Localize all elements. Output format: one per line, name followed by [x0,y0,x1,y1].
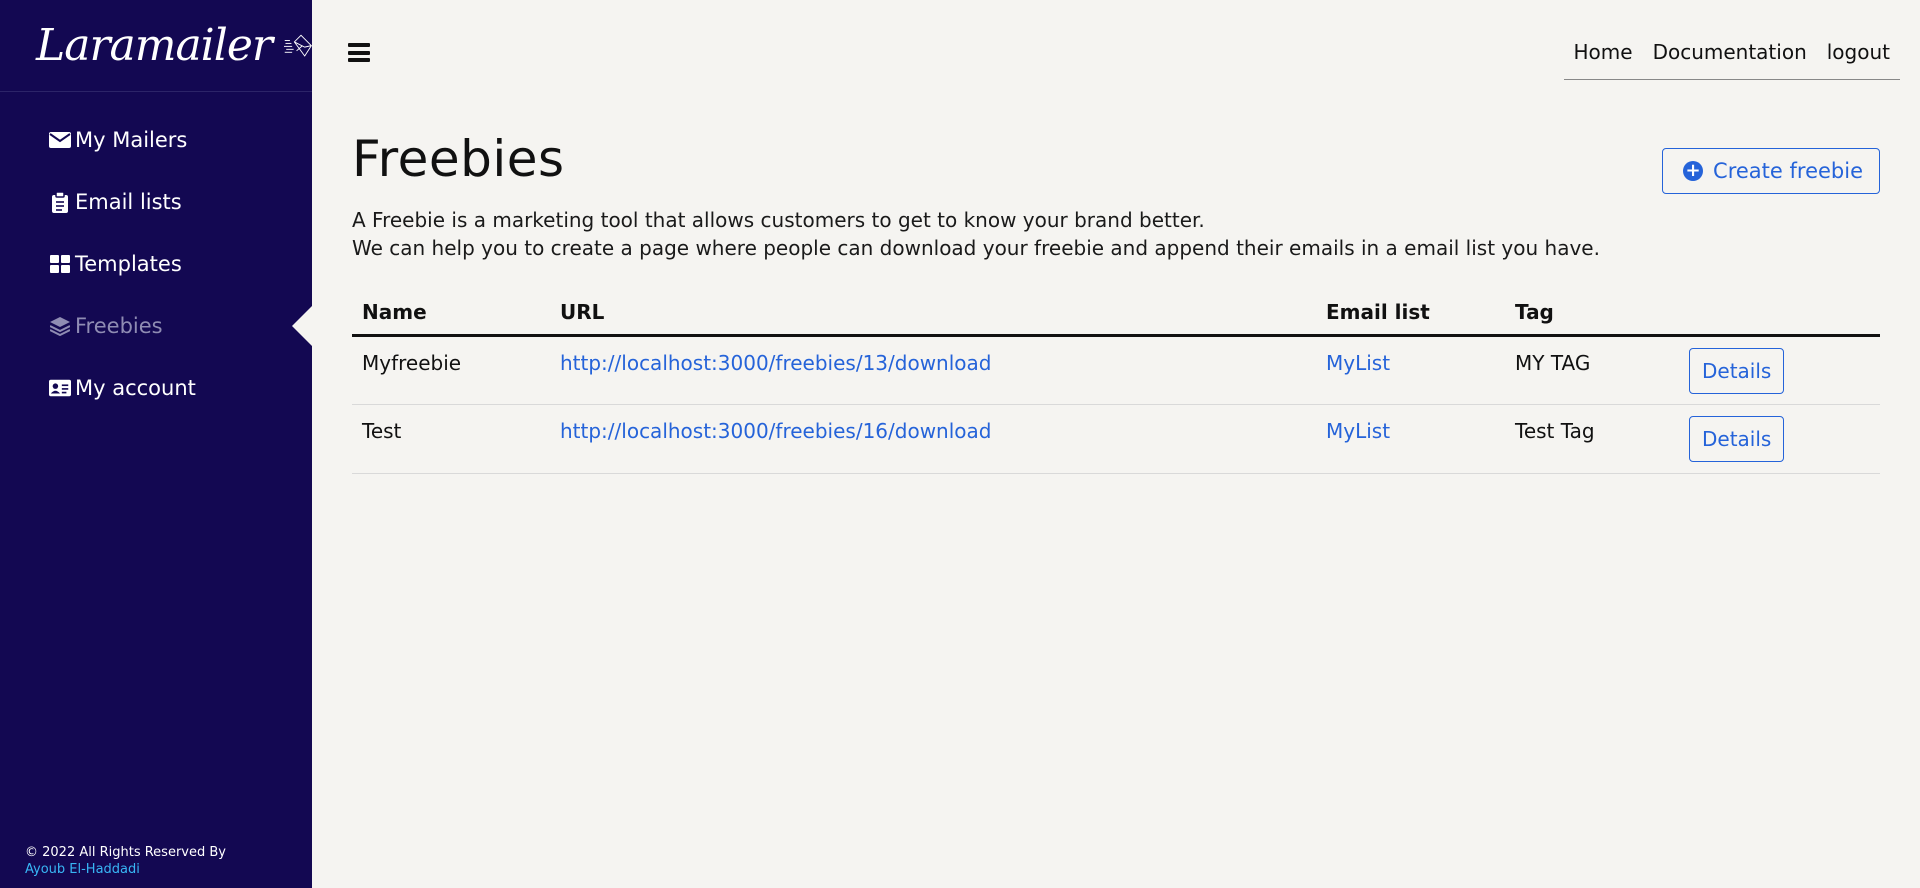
column-header-tag: Tag [1505,300,1679,337]
description-line: A Freebie is a marketing tool that allow… [352,208,1205,232]
column-header-actions [1679,300,1880,337]
page-title: Freebies [352,130,565,188]
grid-icon [49,253,71,275]
sidebar-nav: My Mailers Email lists Templates Freebie… [0,109,312,419]
cell-url: http://localhost:3000/freebies/13/downlo… [550,335,1316,405]
cell-tag: Test Tag [1505,404,1679,474]
plus-circle-icon: + [1683,161,1704,181]
clipboard-icon [49,191,71,213]
table-header-row: Name URL Email list Tag [352,300,1880,337]
cell-email-list: MyList [1316,335,1505,405]
cell-actions: Details [1679,404,1880,474]
envelope-icon [49,129,71,151]
cell-name: Myfreebie [352,335,550,405]
details-button[interactable]: Details [1689,348,1785,394]
top-nav: Home Documentation logout [1563,34,1900,80]
email-list-link[interactable]: MyList [1326,419,1390,443]
brand-name: Laramailer [36,20,273,71]
cell-actions: Details [1679,335,1880,405]
create-freebie-label: Create freebie [1713,159,1863,183]
description-line: We can help you to create a page where p… [352,236,1600,260]
nav-link-home[interactable]: Home [1574,40,1633,64]
author-link[interactable]: Ayoub El-Haddadi [25,861,226,878]
table-row: Myfreebie http://localhost:3000/freebies… [352,335,1880,405]
layers-icon [49,315,71,337]
sidebar-item-email-lists[interactable]: Email lists [0,171,312,233]
cell-name: Test [352,404,550,474]
sidebar-item-label: My account [75,376,196,400]
cell-url: http://localhost:3000/freebies/16/downlo… [550,404,1316,474]
table-row: Test http://localhost:3000/freebies/16/d… [352,404,1880,474]
sidebar-item-my-account[interactable]: My account [0,357,312,419]
email-list-link[interactable]: MyList [1326,351,1390,375]
freebie-url-link[interactable]: http://localhost:3000/freebies/16/downlo… [560,419,991,443]
sidebar-item-label: My Mailers [75,128,188,152]
envelope-logo-icon [283,34,312,57]
page-description: A Freebie is a marketing tool that allow… [352,206,1880,262]
column-header-email-list: Email list [1316,300,1505,337]
cell-tag: MY TAG [1505,335,1679,405]
freebie-url-link[interactable]: http://localhost:3000/freebies/13/downlo… [560,351,991,375]
sidebar-item-label: Freebies [75,314,163,338]
column-header-name: Name [352,300,550,337]
id-card-icon [49,377,71,399]
copyright-text: © 2022 All Rights Reserved By [25,845,226,860]
hamburger-icon[interactable] [348,43,370,62]
create-freebie-button[interactable]: + Create freebie [1662,148,1880,194]
sidebar-item-label: Email lists [75,190,182,214]
main-content: Freebies + Create freebie A Freebie is a… [352,130,1880,474]
nav-link-documentation[interactable]: Documentation [1653,40,1807,64]
cell-email-list: MyList [1316,404,1505,474]
sidebar-item-my-mailers[interactable]: My Mailers [0,109,312,171]
brand[interactable]: Laramailer [0,0,312,92]
nav-link-logout[interactable]: logout [1827,40,1890,64]
sidebar-item-freebies[interactable]: Freebies [0,295,312,357]
sidebar: Laramailer My Mailers Email lists Templa… [0,0,312,888]
details-button[interactable]: Details [1689,416,1785,462]
sidebar-item-label: Templates [75,252,182,276]
column-header-url: URL [550,300,1316,337]
sidebar-footer: © 2022 All Rights Reserved By Ayoub El-H… [25,844,226,878]
freebies-table: Name URL Email list Tag Myfreebie http:/… [352,300,1880,474]
sidebar-item-templates[interactable]: Templates [0,233,312,295]
